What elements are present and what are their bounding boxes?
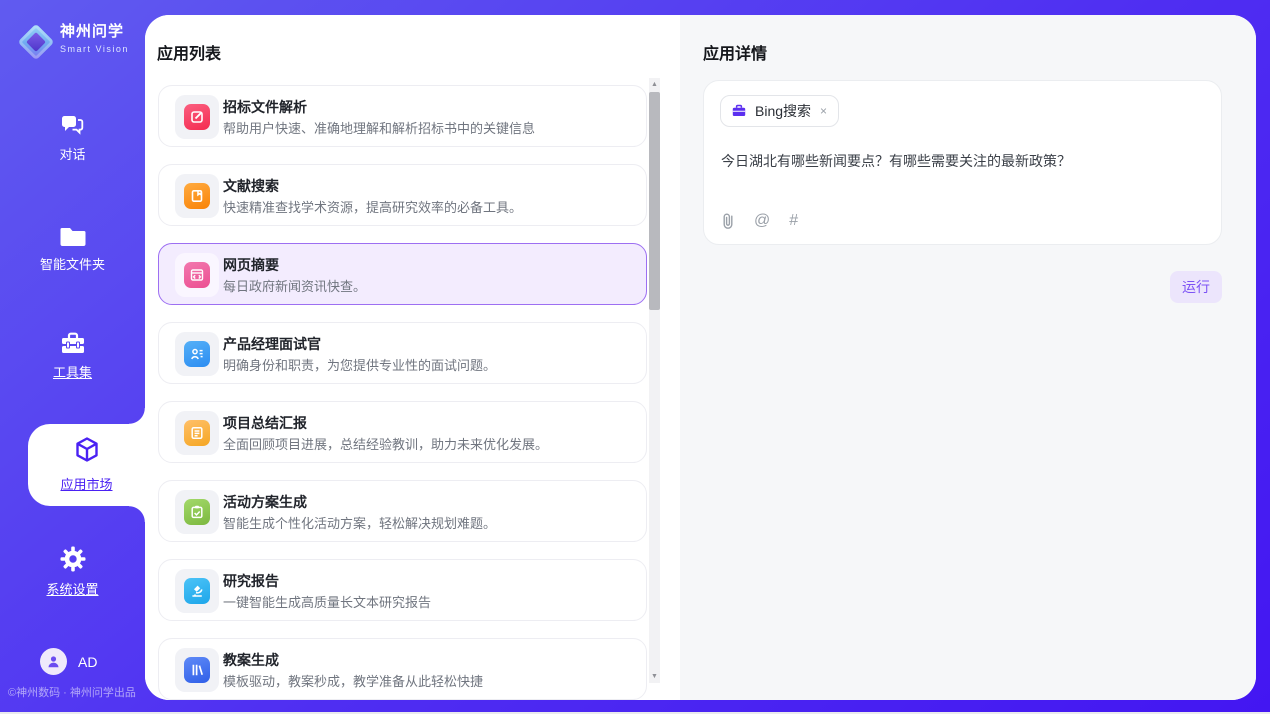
folder-icon — [59, 224, 87, 248]
clipboard-check-icon — [184, 499, 210, 525]
sidebar-item-settings[interactable]: 系统设置 — [0, 545, 145, 598]
interviewer-icon — [184, 341, 210, 367]
browser-code-icon — [184, 262, 210, 288]
cube-icon — [72, 435, 102, 465]
prompt-card[interactable]: Bing搜索 × 今日湖北有哪些新闻要点？有哪些需要关注的最新政策？ @ # — [703, 80, 1222, 245]
app-list-title: 应用列表 — [157, 40, 221, 64]
app-window: 神州问学 Smart Vision 对话 智能文件夹 — [0, 0, 1270, 714]
brand-diamond-icon — [18, 24, 55, 61]
user-row[interactable]: AD — [0, 648, 145, 678]
app-card-title: 教案生成 — [223, 650, 279, 670]
tab-curve-bottom — [129, 506, 145, 522]
app-card-desc: 快速精准查找学术资源，提高研究效率的必备工具。 — [223, 197, 522, 216]
app-card-pm-interviewer[interactable]: 产品经理面试官 明确身份和职责，为您提供专业性的面试问题。 — [158, 322, 647, 384]
sidebar-item-label: 系统设置 — [0, 579, 145, 598]
app-card-title: 项目总结汇报 — [223, 413, 307, 433]
app-card-desc: 帮助用户快速、准确地理解和解析招标书中的关键信息 — [223, 118, 535, 137]
app-card-desc: 一键智能生成高质量长文本研究报告 — [223, 592, 431, 611]
brand-name: 神州问学 — [60, 20, 129, 41]
sidebar-item-smart-folder[interactable]: 智能文件夹 — [0, 224, 145, 273]
copyright-text: ©神州数码 · 神州问学出品 — [8, 684, 136, 700]
chip-close-icon[interactable]: × — [819, 104, 828, 118]
app-card-tender-parsing[interactable]: 招标文件解析 帮助用户快速、准确地理解和解析招标书中的关键信息 — [158, 85, 647, 147]
app-detail-panel: 应用详情 Bing搜索 × 今日湖北有哪些新闻要点？有哪些需要关注的最新政策？ — [680, 15, 1256, 700]
sidebar-item-chat[interactable]: 对话 — [0, 112, 145, 163]
app-card-project-summary[interactable]: 项目总结汇报 全面回顾项目进展，总结经验教训，助力未来优化发展。 — [158, 401, 647, 463]
scrollbar-thumb[interactable] — [649, 92, 660, 310]
app-card-literature-search[interactable]: 文献搜索 快速精准查找学术资源，提高研究效率的必备工具。 — [158, 164, 647, 226]
tool-chip-bing-search[interactable]: Bing搜索 × — [720, 95, 839, 127]
app-card-title: 研究报告 — [223, 571, 279, 591]
hash-icon[interactable]: # — [789, 212, 798, 230]
app-card-desc: 每日政府新闻资讯快查。 — [223, 276, 366, 295]
scroll-up-icon[interactable]: ▲ — [649, 78, 660, 91]
sidebar-item-app-market[interactable]: 应用市场 — [28, 424, 145, 506]
app-card-title: 活动方案生成 — [223, 492, 307, 512]
mention-icon[interactable]: @ — [754, 212, 770, 230]
query-input[interactable]: 今日湖北有哪些新闻要点？有哪些需要关注的最新政策？ — [721, 151, 1201, 171]
app-card-title: 招标文件解析 — [223, 97, 307, 117]
app-card-list: 招标文件解析 帮助用户快速、准确地理解和解析招标书中的关键信息 文献搜索 快速精… — [158, 85, 647, 700]
app-card-desc: 模板驱动，教案秒成，教学准备从此轻松快捷 — [223, 671, 483, 690]
attachment-toolbar: @ # — [721, 212, 798, 230]
app-card-title: 产品经理面试官 — [223, 334, 321, 354]
app-card-event-plan[interactable]: 活动方案生成 智能生成个性化活动方案，轻松解决规划难题。 — [158, 480, 647, 542]
tool-chip-label: Bing搜索 — [755, 101, 811, 121]
sidebar-item-label: 工具集 — [0, 362, 145, 381]
sidebar-item-label: 对话 — [0, 144, 145, 163]
sidebar-item-label: 应用市场 — [28, 474, 145, 493]
app-list-panel: 应用列表 招标文件解析 帮助用户快速、准确地理解和解析招标书中的关键信息 — [145, 15, 680, 700]
gear-icon — [59, 545, 87, 573]
content-panel: 应用列表 招标文件解析 帮助用户快速、准确地理解和解析招标书中的关键信息 — [145, 15, 1256, 700]
tab-curve-top — [129, 408, 145, 424]
user-name: AD — [78, 654, 97, 670]
app-card-web-summary[interactable]: 网页摘要 每日政府新闻资讯快查。 — [158, 243, 647, 305]
app-detail-title: 应用详情 — [703, 40, 767, 64]
app-list-scrollbar[interactable]: ▲ ▼ — [649, 78, 660, 683]
avatar[interactable] — [40, 648, 67, 675]
edit-pen-icon — [184, 104, 210, 130]
books-icon — [184, 657, 210, 683]
sidebar: 神州问学 Smart Vision 对话 智能文件夹 — [0, 0, 145, 712]
paperclip-icon[interactable] — [721, 212, 735, 230]
toolbox-icon — [59, 330, 87, 356]
brand-logo: 神州问学 Smart Vision — [0, 14, 145, 58]
chat-icon — [59, 112, 86, 138]
sidebar-item-label: 智能文件夹 — [0, 254, 145, 273]
user-icon — [46, 654, 61, 669]
briefcase-icon — [731, 103, 747, 119]
app-card-lesson-plan[interactable]: 教案生成 模板驱动，教案秒成，教学准备从此轻松快捷 — [158, 638, 647, 700]
sidebar-item-toolset[interactable]: 工具集 — [0, 330, 145, 381]
app-card-desc: 明确身份和职责，为您提供专业性的面试问题。 — [223, 355, 496, 374]
app-card-title: 网页摘要 — [223, 255, 279, 275]
microscope-icon — [184, 578, 210, 604]
app-card-title: 文献搜索 — [223, 176, 279, 196]
app-card-research-report[interactable]: 研究报告 一键智能生成高质量长文本研究报告 — [158, 559, 647, 621]
scroll-down-icon[interactable]: ▼ — [649, 670, 660, 683]
run-button[interactable]: 运行 — [1170, 271, 1222, 303]
brand-tagline: Smart Vision — [60, 44, 129, 54]
app-card-desc: 全面回顾项目进展，总结经验教训，助力未来优化发展。 — [223, 434, 548, 453]
app-card-desc: 智能生成个性化活动方案，轻松解决规划难题。 — [223, 513, 496, 532]
book-icon — [184, 183, 210, 209]
memo-icon — [184, 420, 210, 446]
